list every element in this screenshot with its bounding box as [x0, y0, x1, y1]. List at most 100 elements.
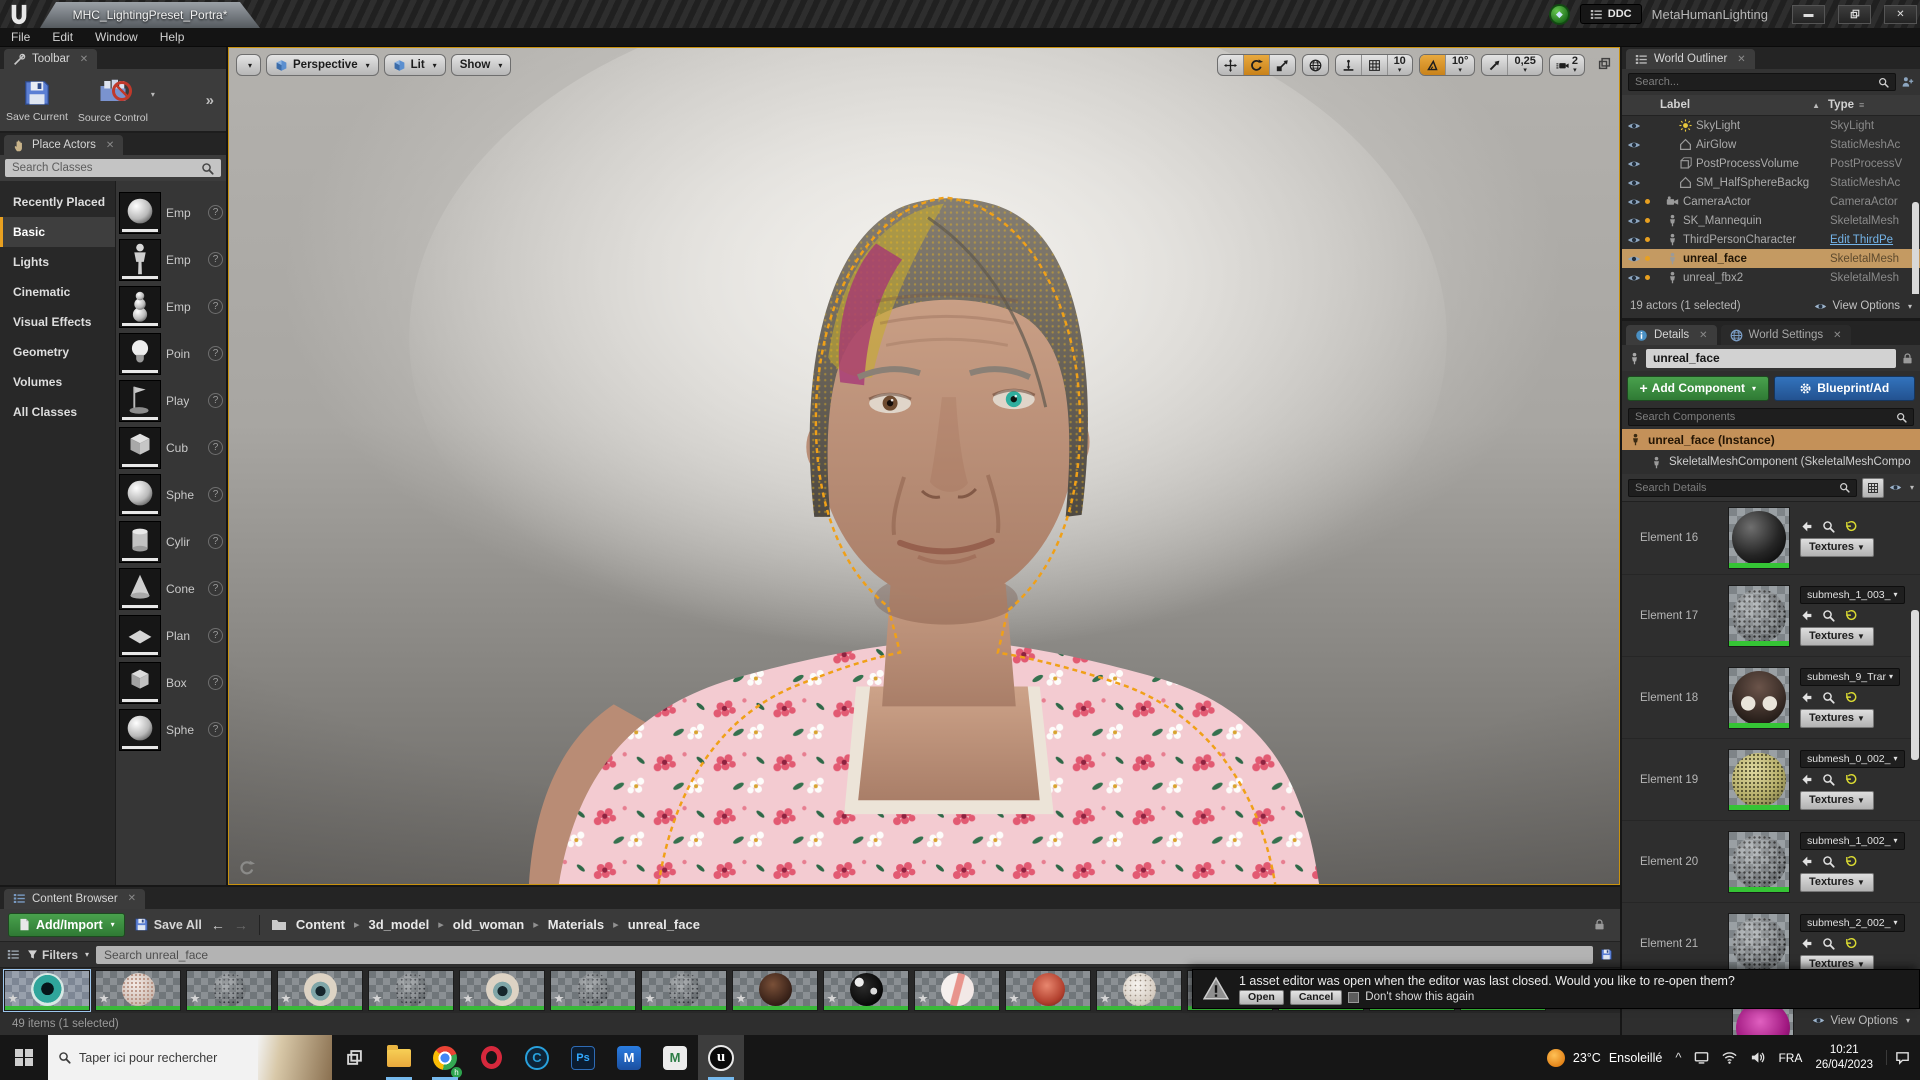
- close-icon[interactable]: ✕: [80, 54, 88, 65]
- visibility-eye-icon[interactable]: [1627, 195, 1641, 209]
- asset-tile[interactable]: [732, 970, 818, 1012]
- help-icon[interactable]: ?: [208, 487, 223, 502]
- angle-snap-value[interactable]: 10° ▾: [1444, 55, 1475, 75]
- save-search-icon[interactable]: [1600, 948, 1613, 961]
- clock[interactable]: 10:21 26/04/2023: [1815, 1043, 1873, 1073]
- grid-snap-value[interactable]: 10 ▾: [1386, 55, 1412, 75]
- lock-icon[interactable]: [1593, 918, 1606, 931]
- outliner-header[interactable]: Label ▲ Type ≡: [1622, 95, 1920, 116]
- place-actor-item[interactable]: Sphe ?: [116, 471, 226, 518]
- browse-to-asset-icon[interactable]: [1822, 609, 1835, 622]
- place-actors-category[interactable]: All Classes: [0, 397, 115, 427]
- help-icon[interactable]: ?: [208, 299, 223, 314]
- textures-dropdown-button[interactable]: Textures ▼: [1800, 872, 1874, 892]
- asset-tile[interactable]: [1005, 970, 1091, 1012]
- filters-button[interactable]: Filters ▾: [27, 948, 89, 962]
- close-icon[interactable]: ✕: [106, 140, 114, 151]
- use-selected-asset-icon[interactable]: [1800, 691, 1813, 704]
- outliner-row[interactable]: CameraActor CameraActor: [1622, 192, 1920, 211]
- property-matrix-button[interactable]: [1861, 477, 1884, 498]
- reset-to-default-icon[interactable]: [1844, 937, 1857, 950]
- angle-snap-button[interactable]: [1419, 55, 1445, 75]
- use-selected-asset-icon[interactable]: [1800, 855, 1813, 868]
- taskbar-search-input[interactable]: Taper ici pour rechercher: [48, 1035, 332, 1080]
- app-icon-file-explorer[interactable]: [376, 1035, 422, 1080]
- tab-toolbar[interactable]: Toolbar ✕: [4, 49, 98, 69]
- menu-item[interactable]: Window: [84, 30, 149, 44]
- actor-name-field[interactable]: unreal_face: [1646, 348, 1896, 368]
- network-status-icon[interactable]: ◆: [1548, 3, 1570, 25]
- visibility-eye-icon[interactable]: [1627, 157, 1641, 171]
- browse-to-asset-icon[interactable]: [1822, 773, 1835, 786]
- app-icon-camtasia[interactable]: C: [514, 1035, 560, 1080]
- skeletal-mesh-component-row[interactable]: SkeletalMeshComponent (SkeletalMeshCompo: [1622, 450, 1920, 474]
- view-options-button[interactable]: View Options ▾: [1812, 1014, 1910, 1027]
- app-icon-m-blue[interactable]: M: [606, 1035, 652, 1080]
- visibility-eye-icon[interactable]: [1627, 252, 1641, 266]
- place-actor-item[interactable]: Sphe ?: [116, 706, 226, 753]
- weather-widget[interactable]: 23°C Ensoleillé: [1546, 1048, 1662, 1067]
- outliner-row[interactable]: unreal_fbx2 SkeletalMesh: [1622, 268, 1920, 287]
- asset-tile[interactable]: [914, 970, 1000, 1012]
- hidden-icons-chevron[interactable]: ^: [1675, 1050, 1681, 1065]
- help-icon[interactable]: ?: [208, 440, 223, 455]
- place-actor-item[interactable]: Cone ?: [116, 565, 226, 612]
- action-center-button[interactable]: [1886, 1050, 1910, 1065]
- grid-snap-button[interactable]: [1360, 55, 1387, 75]
- reset-to-default-icon[interactable]: [1844, 609, 1857, 622]
- app-icon-photoshop[interactable]: Ps: [560, 1035, 606, 1080]
- visibility-eye-icon[interactable]: [1627, 119, 1641, 133]
- visibility-eye-icon[interactable]: [1627, 138, 1641, 152]
- cancel-button[interactable]: Cancel: [1289, 989, 1343, 1005]
- restore-button[interactable]: [1838, 4, 1871, 24]
- material-thumbnail[interactable]: [1728, 748, 1790, 811]
- rotate-tool-button[interactable]: [1242, 55, 1269, 75]
- breadcrumb-item[interactable]: unreal_face: [628, 917, 700, 932]
- ddc-badge[interactable]: DDC: [1579, 4, 1642, 24]
- outliner-row[interactable]: ThirdPersonCharacter Edit ThirdPe: [1622, 230, 1920, 249]
- help-icon[interactable]: ?: [208, 534, 223, 549]
- tab-place-actors[interactable]: Place Actors ✕: [4, 135, 124, 155]
- display-filter-eye-icon[interactable]: [1889, 481, 1902, 494]
- lit-mode-button[interactable]: Lit ▾: [383, 54, 446, 76]
- title-bar[interactable]: MHC_LightingPreset_Portra* ◆ DDC MetaHum…: [0, 0, 1920, 28]
- help-icon[interactable]: ?: [208, 581, 223, 596]
- asset-tile[interactable]: [95, 970, 181, 1012]
- reset-to-default-icon[interactable]: [1844, 691, 1857, 704]
- material-asset-dropdown[interactable]: submesh_1_002_ ▾: [1800, 831, 1905, 850]
- scale-tool-button[interactable]: [1268, 55, 1295, 75]
- search-details-input[interactable]: Search Details: [1628, 478, 1857, 497]
- place-actors-category[interactable]: Geometry: [0, 337, 115, 367]
- add-actor-filter-icon[interactable]: [1901, 76, 1914, 89]
- place-actor-item[interactable]: Cub ?: [116, 424, 226, 471]
- visibility-eye-icon[interactable]: [1627, 214, 1641, 228]
- app-icon-m-light[interactable]: M: [652, 1035, 698, 1080]
- reset-to-default-icon[interactable]: [1844, 773, 1857, 786]
- forward-button[interactable]: →: [234, 917, 248, 933]
- material-asset-dropdown[interactable]: submesh_1_003_ ▾: [1800, 585, 1905, 604]
- asset-tile[interactable]: [368, 970, 454, 1012]
- browse-to-asset-icon[interactable]: [1822, 855, 1835, 868]
- outliner-row[interactable]: SM_HalfSphereBackg StaticMeshAc: [1622, 173, 1920, 192]
- visibility-eye-icon[interactable]: [1627, 233, 1641, 247]
- material-thumbnail[interactable]: [1728, 666, 1790, 729]
- asset-tile[interactable]: [459, 970, 545, 1012]
- browse-to-asset-icon[interactable]: [1822, 937, 1835, 950]
- tab-content-browser[interactable]: Content Browser ✕: [4, 888, 146, 909]
- move-tool-button[interactable]: [1218, 55, 1243, 75]
- place-actors-category[interactable]: Basic: [0, 217, 115, 247]
- add-component-button[interactable]: + Add Component ▾: [1627, 375, 1769, 401]
- save-current-button[interactable]: Save Current: [6, 78, 68, 123]
- breadcrumb-item[interactable]: Materials: [548, 917, 604, 932]
- app-icon-opera[interactable]: [468, 1035, 514, 1080]
- place-actor-item[interactable]: Emp ?: [116, 236, 226, 283]
- outliner-row[interactable]: PostProcessVolume PostProcessV: [1622, 154, 1920, 173]
- use-selected-asset-icon[interactable]: [1800, 609, 1813, 622]
- reset-to-default-icon[interactable]: [1844, 520, 1857, 533]
- asset-tile[interactable]: [1096, 970, 1182, 1012]
- breadcrumb-item[interactable]: 3d_model: [369, 917, 430, 932]
- textures-dropdown-button[interactable]: Textures ▼: [1800, 708, 1874, 728]
- breadcrumb-item[interactable]: old_woman: [453, 917, 525, 932]
- help-icon[interactable]: ?: [208, 252, 223, 267]
- help-icon[interactable]: ?: [208, 628, 223, 643]
